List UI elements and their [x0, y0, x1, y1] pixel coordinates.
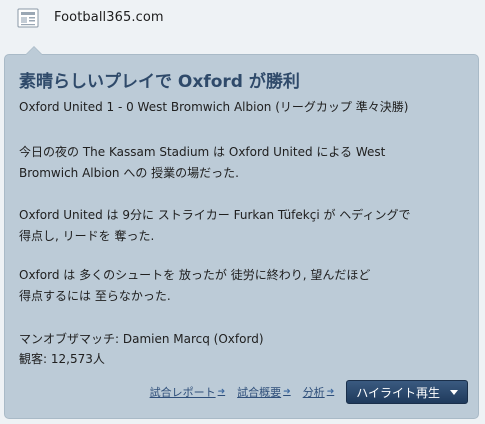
final-paragraph: Oxford は 多くのシュートを 放ったが 徒労に終わり, 望んだほど 得点す…	[19, 265, 467, 307]
analysis-label: 分析	[302, 386, 325, 399]
paragraph-line: Oxford は 多くのシュートを 放ったが 徒労に終わり, 望んだほど	[19, 268, 371, 282]
arrow-right-icon: ➜	[283, 387, 291, 397]
article-headline: 素晴らしいプレイで Oxford が勝利	[19, 72, 300, 92]
paragraph-line: 今日の夜の The Kassam Stadium は Oxford United…	[19, 145, 386, 159]
match-report-label: 試合レポート	[149, 386, 216, 399]
paragraph-line: 得点するには 至らなかった.	[19, 289, 171, 303]
paragraph-line: Bromwich Albion への 授業の場だった.	[19, 166, 239, 180]
man-of-the-match: マンオブザマッチ: Damien Marcq (Oxford)	[19, 332, 264, 346]
stadium-paragraph: 今日の夜の The Kassam Stadium は Oxford United…	[19, 142, 467, 184]
goal-paragraph: Oxford United は 9分に ストライカー Furkan Tüfekç…	[19, 205, 467, 247]
source-name: Football365.com	[54, 10, 164, 25]
match-report-link[interactable]: 試合レポート ➜	[150, 384, 226, 400]
attendance: 観客: 12,573人	[19, 352, 105, 366]
article-actions: 試合レポート ➜ 試合概要 ➜ 分析 ➜ ハイライト再生	[150, 379, 468, 405]
play-highlights-button[interactable]: ハイライト再生	[346, 380, 468, 404]
paragraph-line: 得点し, リードを 奪った.	[19, 229, 155, 243]
paragraph-line: Oxford United は 9分に ストライカー Furkan Tüfekç…	[19, 208, 411, 222]
match-result: Oxford United 1 - 0 West Bromwich Albion…	[19, 100, 409, 114]
play-highlights-label: ハイライト再生	[356, 385, 440, 400]
newspaper-icon	[17, 8, 39, 28]
match-summary-link[interactable]: 試合概要 ➜	[237, 384, 291, 400]
chevron-down-icon[interactable]	[450, 389, 458, 395]
analysis-link[interactable]: 分析 ➜	[303, 384, 335, 400]
news-card: 素晴らしいプレイで Oxford が勝利 Oxford United 1 - 0…	[4, 46, 479, 419]
card-pointer	[25, 46, 43, 55]
news-source-header: Football365.com	[0, 0, 485, 44]
match-summary-label: 試合概要	[237, 386, 282, 399]
arrow-right-icon: ➜	[217, 387, 226, 397]
arrow-right-icon: ➜	[326, 387, 335, 397]
